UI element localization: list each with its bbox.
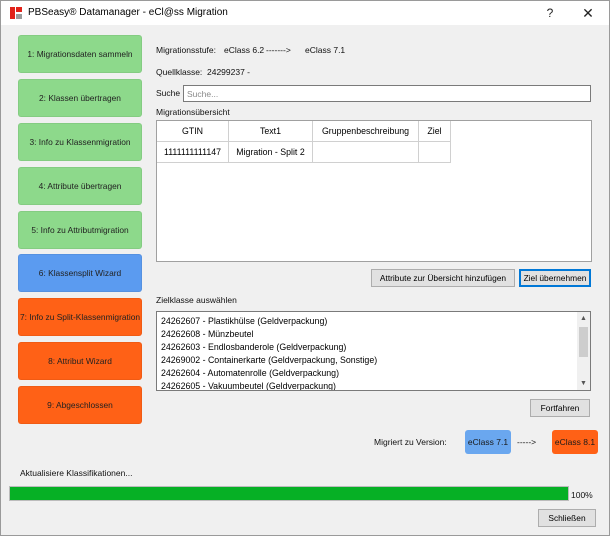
table-cell-gtin[interactable]: 1111111111147 <box>157 142 229 163</box>
overview-table[interactable]: GTIN Text1 Gruppenbeschreibung Ziel 1111… <box>156 120 592 262</box>
add-attributes-to-overview-button[interactable]: Attribute zur Übersicht hinzufügen <box>371 269 515 287</box>
list-scrollbar[interactable]: ▲ ▼ <box>577 312 590 390</box>
app-logo-icon <box>9 6 23 20</box>
close-window-button[interactable]: ✕ <box>571 1 605 25</box>
migration-stage-label: Migrationsstufe: <box>156 45 216 55</box>
step-4-button[interactable]: 4: Attribute übertragen <box>18 167 142 205</box>
list-item[interactable]: 24269002 - Containerkarte (Geldverpackun… <box>161 355 377 365</box>
scroll-down-icon[interactable]: ▼ <box>577 377 590 390</box>
step-9-button[interactable]: 9: Abgeschlossen <box>18 386 142 424</box>
column-header-group-description[interactable]: Gruppenbeschreibung <box>313 121 419 142</box>
overview-title: Migrationsübersicht <box>156 107 230 117</box>
source-class-label: Quellklasse: <box>156 67 203 77</box>
step-5-button[interactable]: 5: Info zu Attributmigration <box>18 211 142 249</box>
target-class-title: Zielklasse auswählen <box>156 295 237 305</box>
column-header-text1[interactable]: Text1 <box>229 121 313 142</box>
status-text: Aktualisiere Klassifikationen... <box>20 468 133 478</box>
continue-button[interactable]: Fortfahren <box>530 399 590 417</box>
list-item[interactable]: 24262607 - Plastikhülse (Geldverpackung) <box>161 316 327 326</box>
step-7-button[interactable]: 7: Info zu Split-Klassenmigration <box>18 298 142 336</box>
close-button[interactable]: Schließen <box>538 509 596 527</box>
version-arrow-text: -----> <box>517 437 537 447</box>
list-item[interactable]: 24262604 - Automatenrolle (Geldverpackun… <box>161 368 339 378</box>
step-3-button[interactable]: 3: Info zu Klassenmigration <box>18 123 142 161</box>
table-cell-group-description[interactable] <box>313 142 419 163</box>
list-item[interactable]: 24262608 - Münzbeutel <box>161 329 253 339</box>
step-6-button[interactable]: 6: Klassensplit Wizard <box>18 254 142 292</box>
to-version-text: eClass 7.1 <box>305 45 346 55</box>
accept-target-button[interactable]: Ziel übernehmen <box>519 269 591 287</box>
progress-bar <box>9 486 569 501</box>
progress-bar-fill <box>10 487 568 500</box>
search-input[interactable] <box>183 85 591 102</box>
help-button[interactable]: ? <box>533 1 567 25</box>
scroll-thumb[interactable] <box>579 327 588 357</box>
step-1-button[interactable]: 1: Migrationsdaten sammeln <box>18 35 142 73</box>
stage-arrow-text: -------> <box>266 45 291 55</box>
search-label: Suche <box>156 88 181 98</box>
step-2-button[interactable]: 2: Klassen übertragen <box>18 79 142 117</box>
progress-percent: 100% <box>571 490 593 500</box>
next-version-badge: eClass 8.1 <box>552 430 598 454</box>
table-cell-text1[interactable]: Migration - Split 2 <box>229 142 313 163</box>
column-header-gtin[interactable]: GTIN <box>157 121 229 142</box>
target-class-list[interactable]: 24262607 - Plastikhülse (Geldverpackung)… <box>156 311 591 391</box>
migrated-to-version-label: Migriert zu Version: <box>374 437 447 447</box>
current-version-badge: eClass 7.1 <box>465 430 511 454</box>
from-version-text: eClass 6.2 <box>224 45 265 55</box>
list-item[interactable]: 24262603 - Endlosbanderole (Geldverpacku… <box>161 342 346 352</box>
migration-window: PBSeasy® Datamanager - eCl@ss Migration … <box>0 0 610 536</box>
window-title: PBSeasy® Datamanager - eCl@ss Migration <box>28 7 228 18</box>
step-8-button[interactable]: 8: Attribut Wizard <box>18 342 142 380</box>
source-class-value: 24299237 - <box>207 67 251 77</box>
table-cell-target[interactable] <box>419 142 451 163</box>
scroll-up-icon[interactable]: ▲ <box>577 312 590 325</box>
column-header-target[interactable]: Ziel <box>419 121 451 142</box>
title-bar: PBSeasy® Datamanager - eCl@ss Migration … <box>1 1 609 25</box>
list-item[interactable]: 24262605 - Vakuumbeutel (Geldverpackung) <box>161 381 336 390</box>
